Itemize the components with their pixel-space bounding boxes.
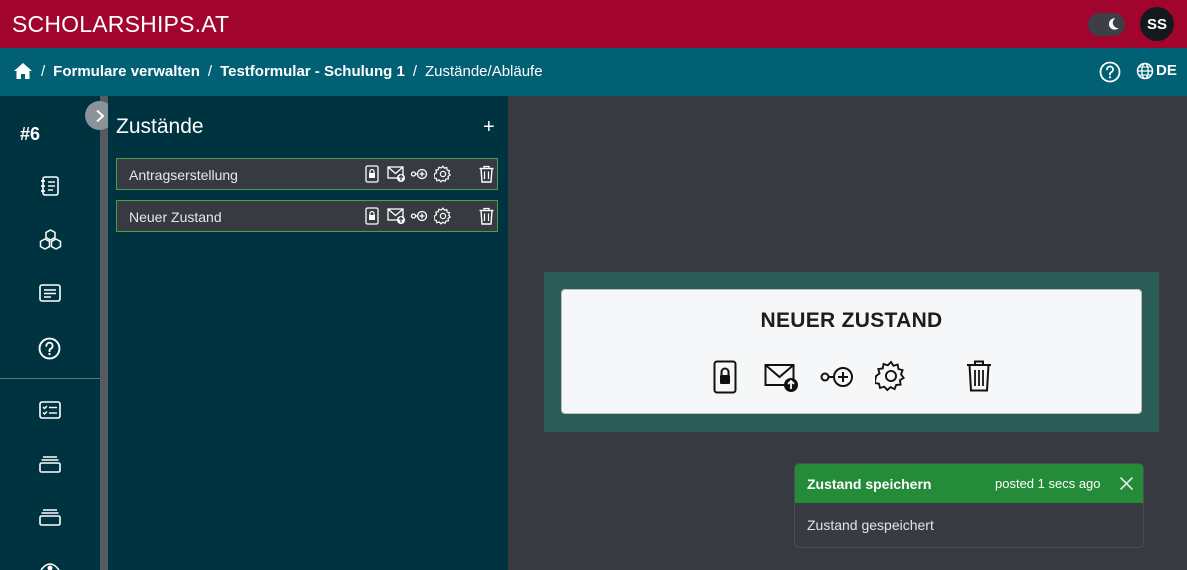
state-row[interactable]: Neuer Zustand [116, 200, 498, 232]
question-circle-icon[interactable] [38, 337, 61, 360]
help-circle-icon[interactable] [1099, 61, 1121, 83]
cubes-icon[interactable] [39, 229, 62, 251]
transition-add-icon[interactable] [410, 165, 428, 183]
notebook-icon[interactable] [39, 175, 61, 197]
state-node-title: NEUER ZUSTAND [760, 309, 943, 332]
gear-icon[interactable] [434, 165, 452, 183]
lock-icon[interactable] [365, 207, 379, 225]
top-bar: SCHOLARSHIPS.AT SS [0, 0, 1187, 48]
chevron-right-icon [95, 109, 104, 122]
toast-title: Zustand speichern [807, 476, 932, 492]
home-icon[interactable] [13, 62, 33, 80]
toast-notification: Zustand speichern posted 1 secs ago Zust… [794, 463, 1144, 548]
mail-upload-icon[interactable] [387, 165, 406, 183]
state-label: Antragserstellung [129, 167, 238, 183]
language-selector[interactable]: DE [1156, 62, 1177, 79]
card-text-icon[interactable] [39, 284, 61, 302]
lock-icon[interactable] [365, 165, 379, 183]
sidebar-rail [100, 96, 108, 570]
trash-icon[interactable] [966, 360, 992, 392]
state-label: Neuer Zustand [129, 209, 222, 225]
avatar[interactable]: SS [1140, 7, 1174, 41]
breadcrumb-separator: / [412, 62, 417, 80]
add-state-button[interactable]: + [483, 117, 495, 137]
breadcrumb-separator: / [41, 62, 46, 80]
panel-title: Zustände [116, 115, 204, 138]
toast-message: Zustand gespeichert [807, 517, 934, 533]
lock-icon[interactable] [713, 360, 737, 394]
sidebar-divider [0, 378, 100, 379]
icon-sidebar [0, 96, 100, 570]
breadcrumb-bar: / Formulare verwalten / Testformular - S… [0, 48, 1187, 96]
gear-icon[interactable] [434, 207, 452, 225]
layers-icon[interactable] [39, 508, 61, 526]
mail-upload-icon[interactable] [387, 207, 406, 225]
mail-upload-icon[interactable] [764, 360, 800, 394]
state-row[interactable]: Antragserstellung [116, 158, 498, 190]
checklist-icon[interactable] [39, 401, 61, 419]
form-number: #6 [20, 124, 41, 144]
breadcrumb-item-testformular[interactable]: Testformular - Schulung 1 [220, 63, 405, 80]
breadcrumb-current: Zustände/Abläufe [424, 62, 543, 80]
eye-icon[interactable] [40, 560, 60, 570]
toast-header: Zustand speichern posted 1 secs ago [795, 464, 1143, 503]
state-node-card[interactable]: NEUER ZUSTAND [561, 289, 1142, 414]
dark-mode-toggle[interactable] [1088, 13, 1125, 36]
moon-icon [1108, 18, 1119, 30]
transition-add-icon[interactable] [410, 207, 428, 225]
trash-icon[interactable] [479, 165, 494, 183]
close-icon[interactable] [1119, 476, 1134, 491]
breadcrumb-separator: / [207, 62, 213, 80]
globe-icon[interactable] [1136, 62, 1154, 80]
toast-timestamp: posted 1 secs ago [995, 476, 1101, 491]
breadcrumb: / Formulare verwalten / Testformular - S… [13, 62, 543, 80]
breadcrumb-item-formulare[interactable]: Formulare verwalten [53, 63, 200, 80]
brand-logo[interactable]: SCHOLARSHIPS.AT [12, 11, 229, 38]
gear-icon[interactable] [875, 360, 907, 392]
transition-add-icon[interactable] [820, 365, 854, 389]
layers-icon[interactable] [39, 455, 61, 473]
trash-icon[interactable] [479, 207, 494, 225]
